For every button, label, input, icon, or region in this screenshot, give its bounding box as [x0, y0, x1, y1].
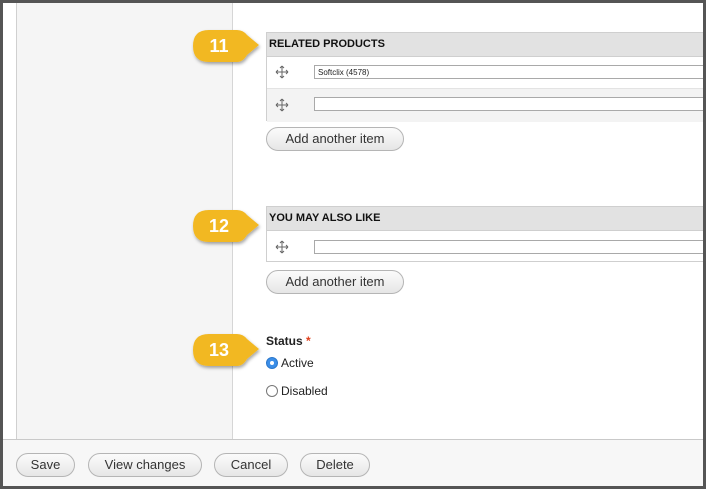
related-products-table: RELATED PRODUCTS: [266, 32, 703, 122]
table-row: [267, 231, 703, 262]
status-label: Status *: [266, 334, 311, 348]
callout-12-number: 12: [208, 216, 230, 236]
add-related-product-button[interactable]: Add another item: [266, 127, 404, 151]
you-may-also-like-header: YOU MAY ALSO LIKE: [267, 207, 703, 231]
you-may-also-like-input-1[interactable]: [314, 240, 703, 254]
related-products-header: RELATED PRODUCTS: [267, 33, 703, 57]
view-changes-button[interactable]: View changes: [88, 453, 202, 477]
drag-handle-icon[interactable]: [275, 240, 289, 254]
callout-11-number: 11: [209, 36, 229, 56]
window-frame: 11 RELATED PRODUCTS Add another item 12 …: [0, 0, 706, 489]
callout-13-number: 13: [208, 340, 230, 360]
related-product-input-2[interactable]: [314, 97, 703, 111]
delete-button[interactable]: Delete: [300, 453, 370, 477]
status-label-text: Status: [266, 334, 303, 348]
required-marker: *: [306, 334, 311, 348]
table-row: [267, 57, 703, 89]
status-option-label: Disabled: [281, 384, 328, 398]
status-option-label: Active: [281, 356, 314, 370]
add-also-like-button[interactable]: Add another item: [266, 270, 404, 294]
radio-selected-icon[interactable]: [266, 357, 278, 369]
drag-handle-icon[interactable]: [275, 65, 289, 79]
drag-handle-icon[interactable]: [275, 98, 289, 112]
you-may-also-like-table: YOU MAY ALSO LIKE: [266, 206, 703, 262]
save-button[interactable]: Save: [16, 453, 75, 477]
radio-unselected-icon[interactable]: [266, 385, 278, 397]
cancel-button[interactable]: Cancel: [214, 453, 288, 477]
table-row: [267, 89, 703, 122]
related-product-input-1[interactable]: [314, 65, 703, 79]
